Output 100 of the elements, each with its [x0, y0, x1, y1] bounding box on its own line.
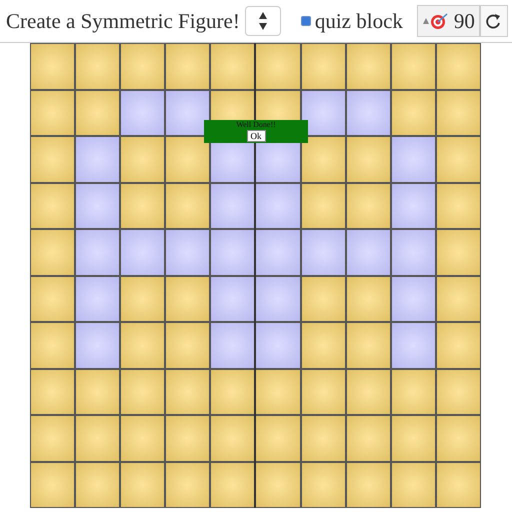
- grid-cell[interactable]: [165, 229, 210, 276]
- grid-cell[interactable]: [75, 415, 120, 462]
- quiz-checkbox[interactable]: [300, 16, 311, 26]
- grid-cell[interactable]: [165, 415, 210, 462]
- grid-cell[interactable]: [300, 43, 346, 90]
- grid-cell[interactable]: [165, 136, 210, 182]
- grid-cell[interactable]: [300, 322, 346, 368]
- grid-cell[interactable]: [255, 368, 301, 415]
- refresh-button[interactable]: [480, 5, 508, 37]
- grid-cell[interactable]: [436, 415, 481, 462]
- grid-cell[interactable]: [210, 462, 256, 508]
- grid-cell[interactable]: [255, 43, 301, 90]
- grid-cell[interactable]: [346, 368, 391, 415]
- grid-cell[interactable]: [300, 136, 346, 182]
- grid-cell[interactable]: [390, 322, 436, 368]
- grid-cell[interactable]: [120, 43, 166, 90]
- grid-cell[interactable]: [120, 415, 166, 462]
- grid-cell[interactable]: [75, 368, 120, 415]
- grid-cell[interactable]: [120, 462, 166, 508]
- grid-cell[interactable]: [346, 322, 391, 368]
- grid-cell[interactable]: [346, 90, 391, 136]
- grid-cell[interactable]: [346, 462, 391, 508]
- grid-cell[interactable]: [75, 229, 120, 276]
- grid-cell[interactable]: [346, 415, 391, 462]
- grid-cell[interactable]: [30, 182, 76, 229]
- grid-cell[interactable]: [120, 322, 166, 368]
- grid-cell[interactable]: [436, 322, 481, 368]
- grid-cell[interactable]: [255, 182, 301, 229]
- grid-cell[interactable]: [300, 276, 346, 322]
- grid-cell[interactable]: [210, 368, 256, 415]
- grid-cell[interactable]: [210, 229, 256, 276]
- grid-cell[interactable]: [75, 90, 120, 136]
- grid-cell[interactable]: [346, 43, 391, 90]
- grid-cell[interactable]: [210, 415, 256, 462]
- grid-cell[interactable]: [390, 136, 436, 182]
- grid-cell[interactable]: [30, 229, 76, 276]
- grid-cell[interactable]: [30, 43, 76, 90]
- grid-cell[interactable]: [165, 368, 210, 415]
- grid-cell[interactable]: [390, 462, 436, 508]
- grid-cell[interactable]: [30, 90, 76, 136]
- grid-cell[interactable]: [75, 43, 120, 90]
- grid-cell[interactable]: [436, 229, 481, 276]
- grid-cell[interactable]: [120, 90, 166, 136]
- grid-cell[interactable]: [390, 415, 436, 462]
- grid-cell[interactable]: [255, 229, 301, 276]
- grid-cell[interactable]: [390, 43, 436, 90]
- grid-cell[interactable]: [346, 136, 391, 182]
- grid-cell[interactable]: [120, 229, 166, 276]
- grid-cell[interactable]: [300, 90, 346, 136]
- grid-cell[interactable]: [436, 368, 481, 415]
- grid-cell[interactable]: [30, 368, 76, 415]
- grid-cell[interactable]: [346, 276, 391, 322]
- grid-cell[interactable]: [165, 322, 210, 368]
- grid-cell[interactable]: [436, 462, 481, 508]
- grid-cell[interactable]: [436, 90, 481, 136]
- grid-cell[interactable]: [165, 90, 210, 136]
- grid-cell[interactable]: [75, 136, 120, 182]
- grid-cell[interactable]: [300, 182, 346, 229]
- grid-cell[interactable]: [120, 182, 166, 229]
- grid-cell[interactable]: [390, 229, 436, 276]
- grid-cell[interactable]: [390, 368, 436, 415]
- grid-cell[interactable]: [75, 182, 120, 229]
- grid-cell[interactable]: [30, 276, 76, 322]
- grid-cell[interactable]: [165, 276, 210, 322]
- grid-cell[interactable]: [436, 182, 481, 229]
- ok-button[interactable]: Ok: [246, 130, 266, 142]
- grid-cell[interactable]: [436, 43, 481, 90]
- number-spinner[interactable]: [244, 6, 281, 36]
- grid-cell[interactable]: [210, 322, 256, 368]
- grid-cell[interactable]: [120, 276, 166, 322]
- grid-cell[interactable]: [30, 462, 76, 508]
- grid-cell[interactable]: [210, 43, 256, 90]
- grid-cell[interactable]: [255, 322, 301, 368]
- grid-cell[interactable]: [346, 229, 391, 276]
- grid-cell[interactable]: [346, 182, 391, 229]
- grid-cell[interactable]: [436, 276, 481, 322]
- grid-cell[interactable]: [165, 43, 210, 90]
- grid-cell[interactable]: [75, 322, 120, 368]
- grid-cell[interactable]: [75, 462, 120, 508]
- grid-cell[interactable]: [75, 276, 120, 322]
- grid-cell[interactable]: [255, 276, 301, 322]
- grid-cell[interactable]: [210, 182, 256, 229]
- grid-cell[interactable]: [120, 368, 166, 415]
- grid-cell[interactable]: [390, 90, 436, 136]
- grid-cell[interactable]: [255, 415, 301, 462]
- grid-cell[interactable]: [30, 322, 76, 368]
- grid-cell[interactable]: [165, 182, 210, 229]
- grid-cell[interactable]: [300, 368, 346, 415]
- grid-cell[interactable]: [120, 136, 166, 182]
- score-button[interactable]: 90: [416, 5, 480, 37]
- grid-cell[interactable]: [436, 136, 481, 182]
- grid-cell[interactable]: [30, 136, 76, 182]
- grid-cell[interactable]: [255, 462, 301, 508]
- grid-cell[interactable]: [30, 415, 76, 462]
- grid-cell[interactable]: [300, 415, 346, 462]
- grid-cell[interactable]: [390, 276, 436, 322]
- grid-cell[interactable]: [165, 462, 210, 508]
- grid-cell[interactable]: [210, 276, 256, 322]
- grid-cell[interactable]: [300, 229, 346, 276]
- grid-cell[interactable]: [390, 182, 436, 229]
